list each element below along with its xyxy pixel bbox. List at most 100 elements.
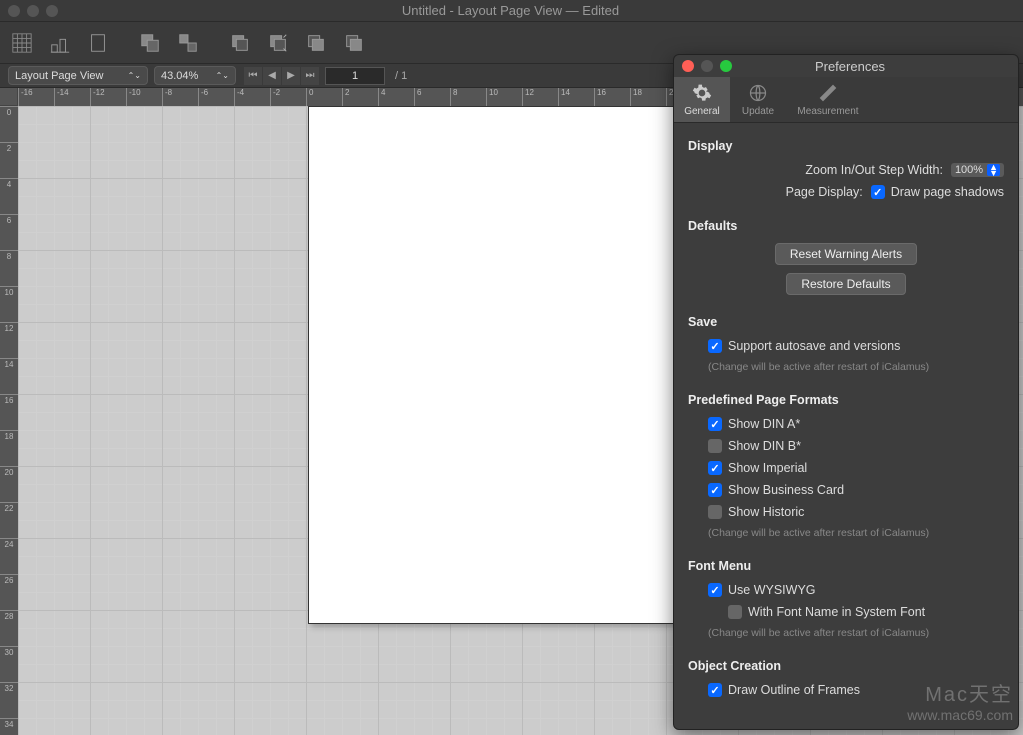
ruler-tick: -14 [54, 88, 69, 106]
page-display-label: Page Display: [786, 185, 863, 199]
section-heading: Defaults [688, 219, 1004, 233]
imperial-label: Show Imperial [728, 461, 807, 475]
section-formats: Predefined Page Formats Show DIN A* Show… [688, 393, 1004, 539]
ruler-corner [0, 88, 18, 106]
imperial-checkbox[interactable] [708, 461, 722, 475]
page-icon[interactable] [86, 31, 110, 55]
zoom-dropdown[interactable]: 43.04% ⌃⌄ [154, 66, 236, 85]
restore-defaults-button[interactable]: Restore Defaults [786, 273, 905, 295]
ruler-icon [818, 83, 838, 103]
wysiwyg-checkbox[interactable] [708, 583, 722, 597]
stack1-icon[interactable] [228, 31, 252, 55]
restart-note: (Change will be active after restart of … [708, 361, 1004, 373]
tab-label: General [684, 106, 720, 117]
din-a-checkbox[interactable] [708, 417, 722, 431]
ruler-tick: 0 [306, 88, 313, 106]
layers-icon[interactable] [138, 31, 162, 55]
zoom-step-dropdown[interactable]: 100% ▲▼ [951, 163, 1004, 177]
ruler-tick: 22 [0, 502, 18, 513]
ruler-tick: -8 [162, 88, 172, 106]
ruler-tick: 8 [0, 250, 18, 261]
ruler-tick: 8 [450, 88, 457, 106]
ruler-tick: 28 [0, 610, 18, 621]
grid-icon[interactable] [10, 31, 34, 55]
draw-shadows-checkbox[interactable] [871, 185, 885, 199]
next-page-button[interactable]: ▶ [282, 67, 300, 85]
ruler-tick: 2 [0, 142, 18, 153]
tab-measurement[interactable]: Measurement [786, 77, 870, 122]
ruler-tick: -12 [90, 88, 105, 106]
first-page-button[interactable]: ⏮ [244, 67, 262, 85]
view-mode-value: Layout Page View [15, 70, 103, 82]
ruler-tick: 4 [0, 178, 18, 189]
outline-checkbox[interactable] [708, 683, 722, 697]
main-titlebar: Untitled - Layout Page View — Edited [0, 0, 1023, 22]
ruler-vertical: 024681012141618202224262830323436 [0, 106, 18, 735]
section-font: Font Menu Use WYSIWYG With Font Name in … [688, 559, 1004, 639]
gear-icon [692, 83, 712, 103]
tab-general[interactable]: General [674, 77, 730, 122]
layers2-icon[interactable] [176, 31, 200, 55]
prefs-tabs: General Update Measurement [674, 77, 1018, 123]
ruler-tick: 14 [0, 358, 18, 369]
ruler-tick: 0 [0, 106, 18, 117]
ruler-tick: 12 [522, 88, 534, 106]
page-rect[interactable] [308, 106, 678, 624]
autosave-checkbox[interactable] [708, 339, 722, 353]
historic-checkbox[interactable] [708, 505, 722, 519]
chevron-down-icon: ⌃⌄ [128, 71, 141, 80]
system-font-label: With Font Name in System Font [748, 605, 925, 619]
business-label: Show Business Card [728, 483, 844, 497]
section-heading: Font Menu [688, 559, 1004, 573]
ruler-tick: 18 [630, 88, 642, 106]
prefs-title: Preferences [682, 59, 1018, 74]
ruler-tick: 24 [0, 538, 18, 549]
ruler-tick: 12 [0, 322, 18, 333]
zoom-step-label: Zoom In/Out Step Width: [805, 163, 943, 177]
ruler-tick: 16 [0, 394, 18, 405]
ruler-tick: 4 [378, 88, 385, 106]
section-heading: Object Creation [688, 659, 1004, 673]
view-mode-dropdown[interactable]: Layout Page View ⌃⌄ [8, 66, 148, 85]
section-defaults: Defaults Reset Warning Alerts Restore De… [688, 219, 1004, 295]
chevron-down-icon: ⌃⌄ [216, 71, 229, 80]
align-icon[interactable] [48, 31, 72, 55]
ruler-tick: 2 [342, 88, 349, 106]
din-b-label: Show DIN B* [728, 439, 801, 453]
tab-label: Update [742, 106, 774, 117]
prev-page-button[interactable]: ◀ [263, 67, 281, 85]
tab-update[interactable]: Update [730, 77, 786, 122]
din-a-label: Show DIN A* [728, 417, 800, 431]
last-page-button[interactable]: ⏭ [301, 67, 319, 85]
ruler-tick: 10 [486, 88, 498, 106]
ruler-tick: 16 [594, 88, 606, 106]
window-title: Untitled - Layout Page View — Edited [0, 3, 1023, 18]
page-number-input[interactable] [325, 67, 385, 85]
autosave-label: Support autosave and versions [728, 339, 900, 353]
ruler-tick: 30 [0, 646, 18, 657]
section-save: Save Support autosave and versions (Chan… [688, 315, 1004, 373]
stack4-icon[interactable] [342, 31, 366, 55]
tab-label: Measurement [797, 106, 858, 117]
zoom-value: 43.04% [161, 70, 198, 82]
page-total: / 1 [395, 70, 407, 82]
historic-label: Show Historic [728, 505, 804, 519]
stack3-icon[interactable] [304, 31, 328, 55]
section-heading: Predefined Page Formats [688, 393, 1004, 407]
draw-shadows-label: Draw page shadows [891, 185, 1004, 199]
stepper-icon: ▲▼ [987, 164, 1000, 176]
section-heading: Display [688, 139, 1004, 153]
ruler-tick: -10 [126, 88, 141, 106]
reset-warnings-button[interactable]: Reset Warning Alerts [775, 243, 917, 265]
stack2-icon[interactable] [266, 31, 290, 55]
system-font-checkbox[interactable] [728, 605, 742, 619]
restart-note: (Change will be active after restart of … [708, 627, 1004, 639]
business-checkbox[interactable] [708, 483, 722, 497]
ruler-tick: 6 [414, 88, 421, 106]
prefs-titlebar: Preferences [674, 55, 1018, 77]
ruler-tick: 10 [0, 286, 18, 297]
ruler-tick: -6 [198, 88, 208, 106]
wysiwyg-label: Use WYSIWYG [728, 583, 816, 597]
ruler-tick: 32 [0, 682, 18, 693]
din-b-checkbox[interactable] [708, 439, 722, 453]
